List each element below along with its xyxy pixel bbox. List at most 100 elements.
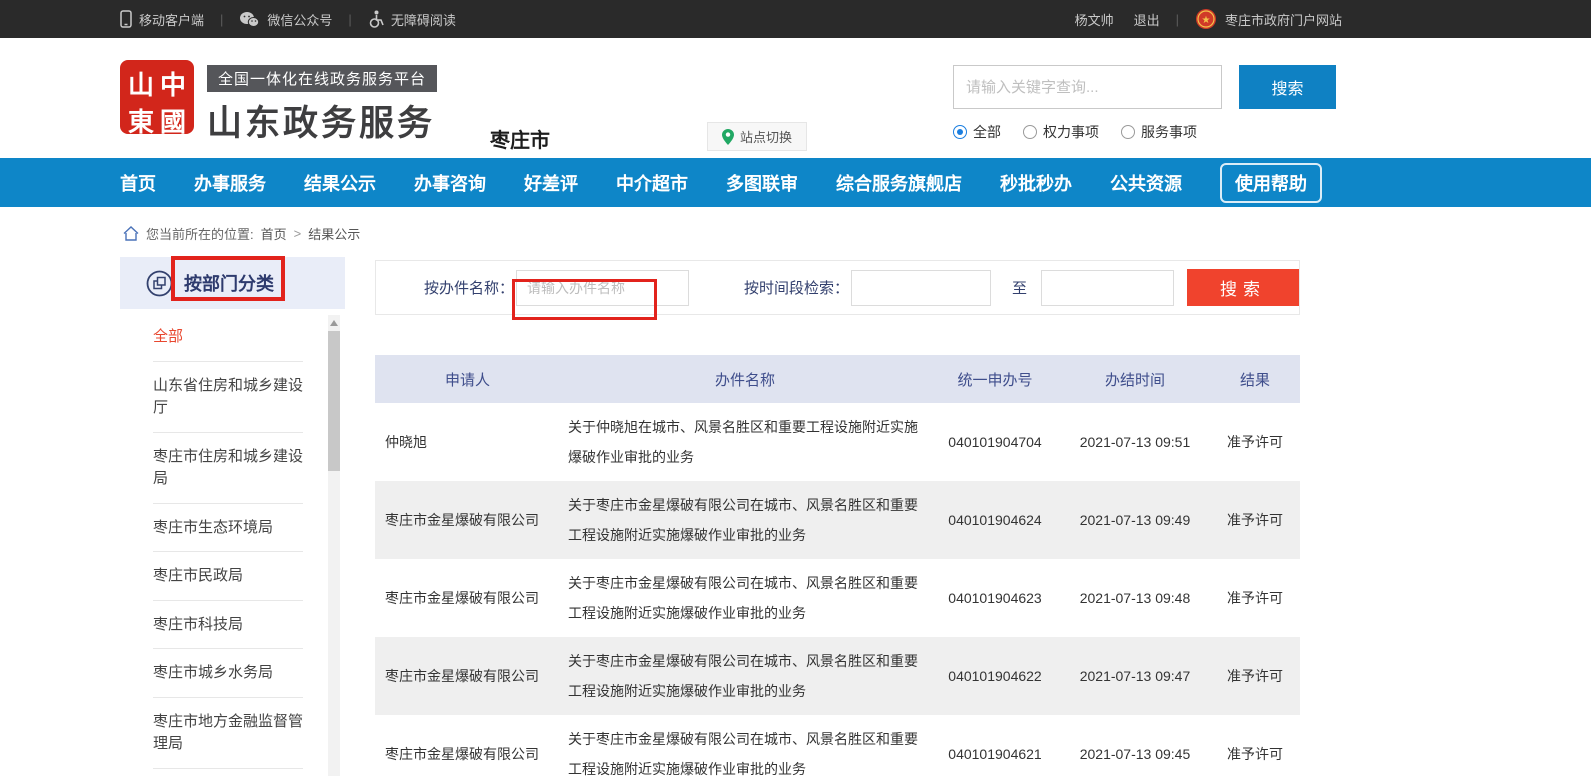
- breadcrumb-prefix: 您当前所在的位置:: [146, 224, 254, 243]
- department-item[interactable]: 枣庄市民政局: [153, 552, 303, 601]
- nav-item-公共资源[interactable]: 公共资源: [1110, 170, 1182, 196]
- nav-item-首页[interactable]: 首页: [120, 170, 156, 196]
- cell-time: 2021-07-13 09:45: [1060, 746, 1210, 762]
- radio-circle-icon: [953, 125, 967, 139]
- table-header-row: 申请人办件名称统一申办号办结时间结果: [375, 355, 1300, 403]
- nav-item-结果公示[interactable]: 结果公示: [304, 170, 376, 196]
- cell-time: 2021-07-13 09:51: [1060, 434, 1210, 450]
- radio-circle-icon: [1121, 125, 1135, 139]
- accessibility-icon: [368, 10, 384, 28]
- page: 移动客户端|微信公众号|无障碍阅读 杨文帅 退出 | ★ 枣庄市政府门户网站 山…: [0, 0, 1591, 776]
- site-switch-button[interactable]: 站点切换: [707, 122, 807, 151]
- table-row[interactable]: 枣庄市金星爆破有限公司关于枣庄市金星爆破有限公司在城市、风景名胜区和重要工程设施…: [375, 637, 1300, 715]
- department-item[interactable]: 枣庄市交通运输局: [153, 769, 303, 776]
- location-pin-icon: [722, 129, 734, 145]
- breadcrumb-home-link[interactable]: 首页: [261, 224, 287, 243]
- department-item[interactable]: 枣庄市住房和城乡建设局: [153, 433, 303, 504]
- department-item[interactable]: 枣庄市科技局: [153, 601, 303, 650]
- scroll-up-arrow-icon[interactable]: [330, 320, 338, 326]
- seal-char: 國: [157, 102, 189, 139]
- nav-item-好差评[interactable]: 好差评: [524, 170, 578, 196]
- filter-bar: 按办件名称： 按时间段检索： 至 搜索: [375, 260, 1300, 315]
- department-item[interactable]: 枣庄市城乡水务局: [153, 649, 303, 698]
- topbar-user-area: 杨文帅 退出 | ★ 枣庄市政府门户网站: [1075, 8, 1342, 30]
- cell-time: 2021-07-13 09:48: [1060, 590, 1210, 606]
- sidebar-scrollbar[interactable]: [328, 315, 340, 776]
- seal-char: 山: [125, 65, 157, 102]
- site-logo[interactable]: 山 中 東 國 全国一体化在线政务服务平台 山东政务服务: [120, 60, 437, 146]
- platform-badge: 全国一体化在线政务服务平台: [207, 65, 437, 92]
- header-search-area: 搜索 全部 权力事项 服务事项: [953, 65, 1336, 142]
- cell-number: 040101904623: [930, 590, 1060, 606]
- mobile-app-icon: [120, 10, 132, 28]
- shandong-seal-logo: 山 中 東 國: [120, 60, 194, 134]
- column-header: 办件名称: [560, 369, 930, 390]
- department-item[interactable]: 枣庄市地方金融监督管理局: [153, 698, 303, 769]
- nav-item-秒批秒办[interactable]: 秒批秒办: [1000, 170, 1072, 196]
- item-name-input[interactable]: [516, 270, 689, 306]
- department-item[interactable]: 枣庄市生态环境局: [153, 504, 303, 553]
- cell-applicant: 仲晓旭: [375, 432, 560, 452]
- cell-title: 关于枣庄市金星爆破有限公司在城市、风景名胜区和重要工程设施附近实施爆破作业审批的…: [560, 568, 930, 628]
- scrollbar-thumb[interactable]: [328, 331, 340, 471]
- column-header: 办结时间: [1060, 369, 1210, 390]
- portal-label: 枣庄市政府门户网站: [1225, 10, 1342, 29]
- table-row[interactable]: 枣庄市金星爆破有限公司关于枣庄市金星爆破有限公司在城市、风景名胜区和重要工程设施…: [375, 559, 1300, 637]
- nav-items: 首页 办事服务 结果公示 办事咨询 好差评 中介超市 多图联审 综合服务旗舰店 秒批秒办 公共资源…: [120, 158, 1360, 207]
- cell-number: 040101904622: [930, 668, 1060, 684]
- cell-time: 2021-07-13 09:47: [1060, 668, 1210, 684]
- nav-item-办事咨询[interactable]: 办事咨询: [414, 170, 486, 196]
- cell-result: 准予许可: [1210, 744, 1300, 764]
- results-table: 申请人办件名称统一申办号办结时间结果 仲晓旭关于仲晓旭在城市、风景名胜区和重要工…: [375, 355, 1300, 776]
- filter-search-button[interactable]: 搜索: [1187, 269, 1299, 306]
- cell-time: 2021-07-13 09:49: [1060, 512, 1210, 528]
- department-list: 全部山东省住房和城乡建设厅枣庄市住房和城乡建设局枣庄市生态环境局枣庄市民政局枣庄…: [120, 309, 345, 776]
- nav-item-多图联审[interactable]: 多图联审: [726, 170, 798, 196]
- breadcrumb-current: 结果公示: [308, 224, 360, 243]
- nav-item-中介超市[interactable]: 中介超市: [616, 170, 688, 196]
- date-from-input[interactable]: [851, 270, 991, 306]
- cell-title: 关于枣庄市金星爆破有限公司在城市、风景名胜区和重要工程设施附近实施爆破作业审批的…: [560, 490, 930, 550]
- content: 按部门分类 全部山东省住房和城乡建设厅枣庄市住房和城乡建设局枣庄市生态环境局枣庄…: [120, 257, 1591, 776]
- wechat-icon: [239, 11, 260, 28]
- nav-item-使用帮助[interactable]: 使用帮助: [1220, 163, 1322, 203]
- separator: |: [1176, 12, 1179, 27]
- radio-服务事项[interactable]: 服务事项: [1121, 122, 1197, 142]
- seal-char: 中: [157, 65, 189, 102]
- table-body: 仲晓旭关于仲晓旭在城市、风景名胜区和重要工程设施附近实施爆破作业审批的业务040…: [375, 403, 1300, 776]
- breadcrumb-separator: >: [294, 226, 302, 241]
- cell-applicant: 枣庄市金星爆破有限公司: [375, 666, 560, 686]
- topbar-link[interactable]: 无障碍阅读: [368, 10, 456, 29]
- topbar-link[interactable]: 移动客户端: [120, 10, 204, 29]
- date-to-input[interactable]: [1041, 270, 1174, 306]
- cell-title: 关于枣庄市金星爆破有限公司在城市、风景名胜区和重要工程设施附近实施爆破作业审批的…: [560, 724, 930, 776]
- department-item[interactable]: 全部: [153, 313, 303, 362]
- radio-全部[interactable]: 全部: [953, 122, 1001, 142]
- cell-number: 040101904704: [930, 434, 1060, 450]
- radio-权力事项[interactable]: 权力事项: [1023, 122, 1099, 142]
- department-sidebar: 按部门分类 全部山东省住房和城乡建设厅枣庄市住房和城乡建设局枣庄市生态环境局枣庄…: [120, 257, 345, 776]
- table-row[interactable]: 仲晓旭关于仲晓旭在城市、风景名胜区和重要工程设施附近实施爆破作业审批的业务040…: [375, 403, 1300, 481]
- cell-result: 准予许可: [1210, 666, 1300, 686]
- category-icon: [146, 270, 173, 297]
- column-header: 结果: [1210, 369, 1300, 390]
- table-row[interactable]: 枣庄市金星爆破有限公司关于枣庄市金星爆破有限公司在城市、风景名胜区和重要工程设施…: [375, 715, 1300, 776]
- logout-link[interactable]: 退出: [1134, 10, 1160, 29]
- keyword-search-input[interactable]: [953, 65, 1222, 109]
- cell-applicant: 枣庄市金星爆破有限公司: [375, 744, 560, 764]
- nav-item-办事服务[interactable]: 办事服务: [194, 170, 266, 196]
- cell-number: 040101904624: [930, 512, 1060, 528]
- keyword-search-button[interactable]: 搜索: [1239, 65, 1336, 109]
- results-main: 按办件名称： 按时间段检索： 至 搜索 申请人办件名称统一申办号办结时间结果 仲…: [375, 257, 1300, 776]
- topbar-links: 移动客户端|微信公众号|无障碍阅读: [120, 10, 456, 29]
- user-name[interactable]: 杨文帅: [1075, 10, 1114, 29]
- svg-text:★: ★: [1202, 15, 1211, 26]
- table-row[interactable]: 枣庄市金星爆破有限公司关于枣庄市金星爆破有限公司在城市、风景名胜区和重要工程设施…: [375, 481, 1300, 559]
- topbar-link[interactable]: 微信公众号: [239, 10, 332, 29]
- radio-circle-icon: [1023, 125, 1037, 139]
- column-header: 申请人: [375, 369, 560, 390]
- nav-item-综合服务旗舰店[interactable]: 综合服务旗舰店: [836, 170, 962, 196]
- cell-result: 准予许可: [1210, 588, 1300, 608]
- portal-link[interactable]: ★ 枣庄市政府门户网站: [1195, 8, 1342, 30]
- department-item[interactable]: 山东省住房和城乡建设厅: [153, 362, 303, 433]
